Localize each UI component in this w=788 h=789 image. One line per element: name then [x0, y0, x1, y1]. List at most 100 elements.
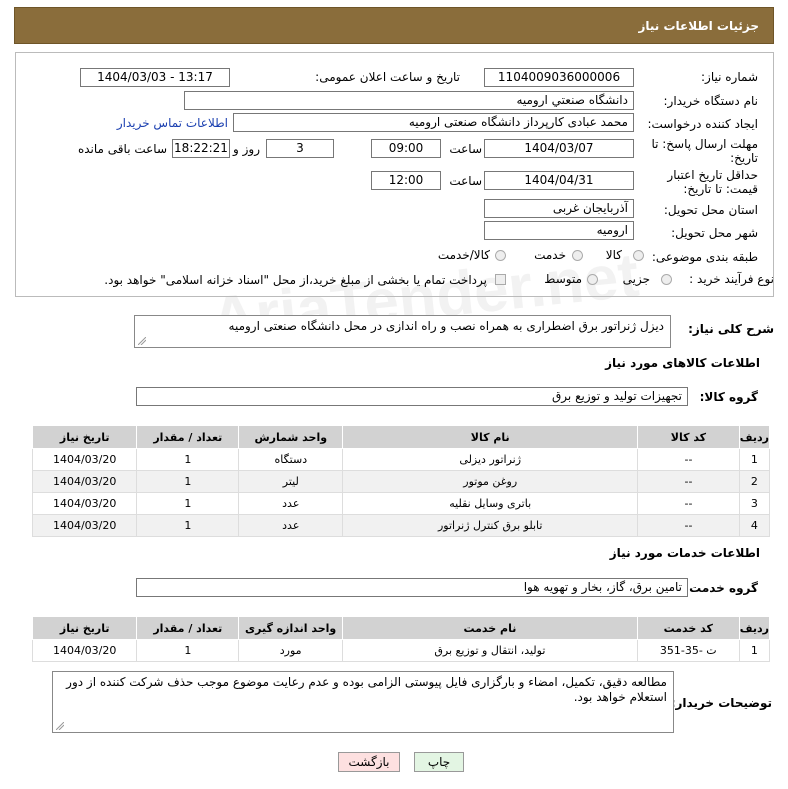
days-label: روز و — [233, 142, 260, 156]
table-cell: -- — [637, 448, 740, 471]
column-header: نام کالا — [342, 425, 639, 449]
column-header: ردیف — [738, 616, 771, 640]
column-header: تاریخ نیاز — [31, 616, 138, 640]
description-text: دیزل ژنراتور برق اضطراری به همراه نصب و … — [228, 319, 664, 333]
process-medium-radio[interactable] — [587, 274, 598, 285]
goods-table: ردیف کد کالا نام کالا واحد شمارش تعداد / مقد… — [31, 425, 771, 537]
table-row[interactable]: 1ت -35-351 تولید، انتقال و توزیع برق مورد 1… — [31, 639, 771, 662]
validity-label: حداقل تاریخ اعتبار قیمت: تا تاریخ: — [667, 168, 758, 196]
table-cell: روغن موتور — [342, 470, 639, 493]
print-button[interactable]: چاپ — [414, 752, 464, 772]
description-label: شرح کلی نیاز: — [688, 322, 774, 336]
column-header: واحد اندازه گیری — [238, 616, 344, 640]
table-cell: تولید، انتقال و توزیع برق — [342, 639, 638, 662]
table-cell: -- — [637, 492, 740, 515]
resize-handle-icon[interactable] — [138, 337, 146, 345]
category-label: طبقه بندی موضوعی: — [651, 250, 758, 264]
announce-label: تاریخ و ساعت اعلان عمومی: — [315, 70, 460, 84]
goods-section-title: اطلاعات کالاهای مورد نیاز — [605, 356, 760, 370]
province-label: استان محل تحویل: — [663, 203, 758, 217]
table-cell: 2 — [738, 470, 771, 493]
treasury-payment-note: پرداخت تمام یا بخشی از مبلغ خرید،از محل … — [104, 273, 487, 287]
remaining-label: ساعت باقی مانده — [77, 142, 167, 156]
page-title: جزئیات اطلاعات نیاز — [638, 19, 759, 33]
validity-time-field[interactable]: 12:00 — [371, 171, 441, 190]
services-group-label: گروه خدمت: — [684, 581, 758, 595]
table-cell: عدد — [238, 514, 344, 537]
column-header: تاریخ نیاز — [31, 425, 138, 449]
goods-group-field[interactable]: تجهیزات تولید و توزیع برق — [136, 387, 688, 406]
category-service-label: خدمت — [534, 248, 566, 262]
services-table: ردیف کد خدمت نام خدمت واحد اندازه گیری تعداد… — [31, 616, 771, 662]
column-header: نام خدمت — [342, 616, 638, 640]
column-header: تعداد / مقدار — [136, 425, 240, 449]
goods-table-header: ردیف کد کالا نام کالا واحد شمارش تعداد / مقد… — [31, 425, 771, 449]
category-goods-label: کالا — [605, 248, 622, 262]
page-header: جزئیات اطلاعات نیاز — [14, 7, 774, 44]
services-table-header: ردیف کد خدمت نام خدمت واحد اندازه گیری تعداد… — [31, 616, 771, 640]
table-cell: 1 — [136, 470, 240, 493]
table-cell: 1 — [136, 448, 240, 471]
table-cell: -- — [637, 514, 740, 537]
city-label: شهر محل تحویل: — [671, 226, 758, 240]
contact-info-link[interactable]: اطلاعات تماس خریدار — [117, 116, 228, 130]
days-field[interactable]: 3 — [266, 139, 334, 158]
buyer-org-field[interactable]: دانشگاه صنعتي اروميه — [184, 91, 634, 110]
services-group-field[interactable]: تامین برق، گاز، بخار و تهویه هوا — [136, 578, 688, 597]
table-row[interactable]: 3 -- باتری وسایل نقلیه عدد 1 1404/03/20 — [31, 492, 771, 515]
province-field[interactable]: آذربایجان غربی — [484, 199, 634, 218]
table-cell: ژنراتور دیزلی — [342, 448, 639, 471]
process-minor-label: جزیی — [622, 272, 650, 286]
column-header: کد خدمت — [636, 616, 740, 640]
table-row[interactable]: 1 -- ژنراتور دیزلی دستگاه 1 1404/03/20 — [31, 448, 771, 471]
validity-time-label: ساعت — [449, 174, 482, 188]
buyer-notes-label: توضیحات خریدار: — [670, 696, 772, 710]
category-goods-service-radio[interactable] — [495, 250, 506, 261]
buyer-notes-text: مطالعه دقیق، تکمیل، امضاء و بارگزاری فای… — [66, 675, 667, 704]
column-header: تعداد / مقدار — [136, 616, 240, 640]
table-cell: ت -35-351 — [636, 639, 740, 662]
table-cell: 1 — [136, 514, 240, 537]
creator-field[interactable]: محمد عبادی کارپرداز دانشگاه صنعتی ارومیه — [233, 113, 634, 132]
table-cell: تابلو برق کنترل ژنراتور — [342, 514, 639, 537]
deadline-time-label: ساعت — [449, 142, 482, 156]
table-cell: -- — [637, 470, 740, 493]
goods-group-label: گروه کالا: — [699, 390, 758, 404]
process-minor-radio[interactable] — [661, 274, 672, 285]
announce-date-field[interactable]: 1404/03/03 - 13:17 — [80, 68, 230, 87]
table-cell: 1404/03/20 — [31, 639, 138, 662]
remaining-time-field[interactable]: 18:22:21 — [172, 139, 230, 158]
table-row[interactable]: 4 -- تابلو برق کنترل ژنراتور عدد 1 1404/03/20 — [31, 514, 771, 537]
need-number-label: شماره نیاز: — [701, 70, 758, 84]
deadline-label: مهلت ارسال پاسخ: تا تاریخ: — [651, 137, 758, 165]
table-cell: 1 — [738, 448, 771, 471]
buyer-notes-textarea[interactable]: مطالعه دقیق، تکمیل، امضاء و بارگزاری فای… — [52, 671, 674, 733]
creator-label: ایجاد کننده درخواست: — [647, 117, 758, 131]
city-field[interactable]: ارومیه — [484, 221, 634, 240]
table-cell: 1404/03/20 — [31, 448, 138, 471]
back-button[interactable]: بازگشت — [338, 752, 400, 772]
treasury-payment-checkbox[interactable] — [495, 274, 506, 285]
page: AriaTender.net جزئیات اطلاعات نیاز شماره… — [0, 0, 788, 789]
resize-handle-icon[interactable] — [56, 722, 64, 730]
validity-date-field[interactable]: 1404/04/31 — [484, 171, 634, 190]
deadline-date-field[interactable]: 1404/03/07 — [484, 139, 634, 158]
table-cell: 1 — [738, 639, 771, 662]
table-cell: 1 — [136, 492, 240, 515]
table-cell: مورد — [238, 639, 344, 662]
table-cell: لیتر — [238, 470, 344, 493]
table-cell: دستگاه — [238, 448, 344, 471]
table-cell: عدد — [238, 492, 344, 515]
deadline-time-field[interactable]: 09:00 — [371, 139, 441, 158]
column-header: کد کالا — [637, 425, 740, 449]
category-goods-service-label: کالا/خدمت — [437, 248, 490, 262]
table-row[interactable]: 2 -- روغن موتور لیتر 1 1404/03/20 — [31, 470, 771, 493]
process-medium-label: متوسط — [544, 272, 582, 286]
table-cell: 1 — [136, 639, 240, 662]
need-number-field[interactable]: 1104009036000006 — [484, 68, 634, 87]
category-goods-radio[interactable] — [633, 250, 644, 261]
table-cell: 4 — [738, 514, 771, 537]
table-cell: 1404/03/20 — [31, 514, 138, 537]
category-service-radio[interactable] — [572, 250, 583, 261]
description-textarea[interactable]: دیزل ژنراتور برق اضطراری به همراه نصب و … — [134, 315, 671, 348]
